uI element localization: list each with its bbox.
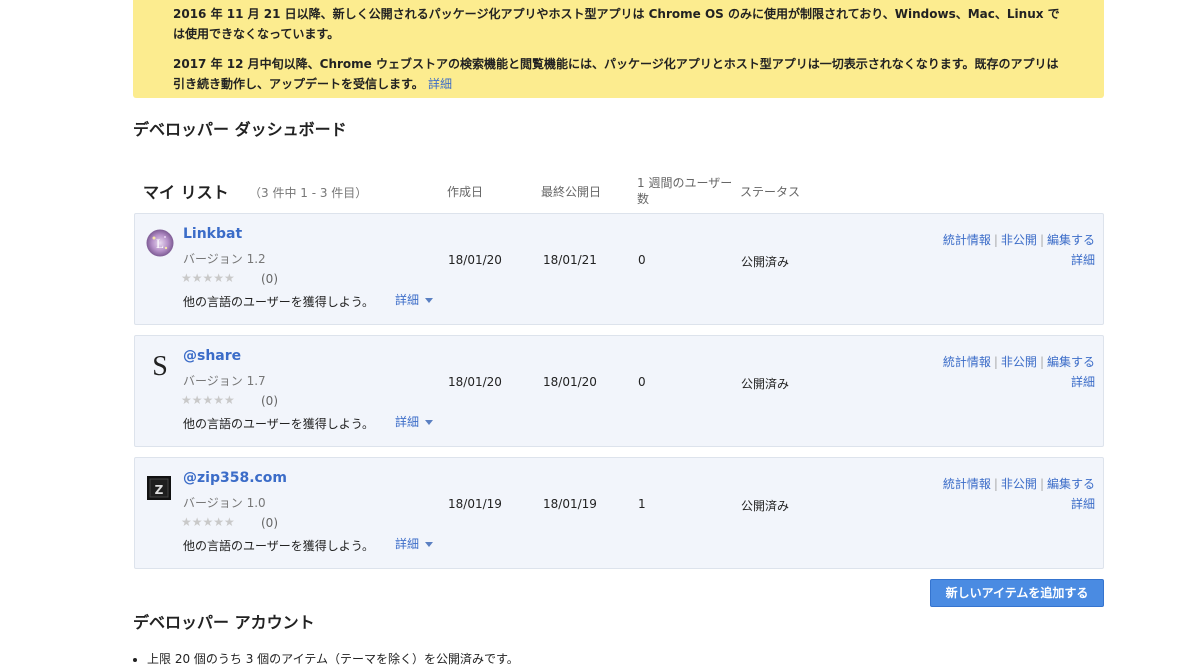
- my-list-header: マイ リスト （3 件中 1 - 3 件目） 作成日 最終公開日 1 週間のユー…: [143, 174, 1103, 212]
- item-last-published-date: 18/01/19: [543, 497, 597, 511]
- add-new-item-button[interactable]: 新しいアイテムを追加する: [930, 579, 1104, 607]
- unpublish-link[interactable]: 非公開: [1001, 233, 1037, 247]
- item-status: 公開済み: [741, 377, 790, 391]
- my-list-title: マイ リスト: [143, 183, 229, 202]
- item-created-date: 18/01/20: [448, 375, 502, 389]
- unpublish-link[interactable]: 非公開: [1001, 477, 1037, 491]
- promo-details-toggle[interactable]: 詳細: [395, 413, 434, 430]
- edit-link[interactable]: 編集する: [1047, 477, 1095, 491]
- developer-account-title: デベロッパー アカウント: [133, 613, 315, 632]
- item-actions: 統計情報 | 非公開 | 編集する 詳細: [942, 477, 1095, 511]
- column-last-published: 最終公開日: [541, 185, 602, 199]
- column-weekly-users: 1 週間のユーザー数: [637, 176, 733, 206]
- item-created-date: 18/01/19: [448, 497, 502, 511]
- column-created: 作成日: [447, 185, 484, 199]
- page-title: デベロッパー ダッシュボード: [133, 120, 347, 139]
- promo-details-toggle[interactable]: 詳細: [395, 291, 434, 308]
- notice-more-link[interactable]: 詳細: [428, 77, 452, 91]
- edit-link[interactable]: 編集する: [1047, 355, 1095, 369]
- item-weekly-users: 0: [638, 253, 646, 267]
- svg-text:L: L: [156, 236, 164, 251]
- column-status: ステータス: [740, 185, 801, 199]
- item-name-link[interactable]: @zip358.com: [183, 470, 287, 486]
- promo-text: 他の言語のユーザーを獲得しよう。: [183, 539, 375, 553]
- item-last-published-date: 18/01/20: [543, 375, 597, 389]
- rating-count: (0): [261, 516, 278, 530]
- item-actions: 統計情報 | 非公開 | 編集する 詳細: [942, 355, 1095, 389]
- unpublish-link[interactable]: 非公開: [1001, 355, 1037, 369]
- stats-link[interactable]: 統計情報: [943, 477, 991, 491]
- notice-line-1: 2016 年 11 月 21 日以降、新しく公開されるパッケージ化アプリやホスト…: [173, 7, 1060, 41]
- item-actions: 統計情報 | 非公開 | 編集する 詳細: [942, 233, 1095, 267]
- item-name-link[interactable]: @share: [183, 348, 241, 364]
- item-version: バージョン 1.7: [183, 374, 266, 388]
- stats-link[interactable]: 統計情報: [943, 355, 991, 369]
- item-version: バージョン 1.0: [183, 496, 266, 510]
- item-row-linkbat: L Linkbat バージョン 1.2 ★★★★★ (0) 他の言語のユーザーを…: [134, 213, 1104, 325]
- promo-text: 他の言語のユーザーを獲得しよう。: [183, 417, 375, 431]
- account-info-item: 上限 20 個のうち 3 個のアイテム（テーマを除く）を公開済みです。: [147, 650, 519, 667]
- item-name-link[interactable]: Linkbat: [183, 226, 242, 242]
- promo-details-label: 詳細: [395, 293, 420, 307]
- svg-text:S: S: [152, 351, 168, 379]
- stats-link[interactable]: 統計情報: [943, 233, 991, 247]
- linkbat-logo-icon: L: [146, 229, 174, 257]
- item-row-share: S @share バージョン 1.7 ★★★★★ (0) 他の言語のユーザーを獲…: [134, 335, 1104, 447]
- item-row-zip358: Z @zip358.com バージョン 1.0 ★★★★★ (0) 他の言語のユ…: [134, 457, 1104, 569]
- item-created-date: 18/01/20: [448, 253, 502, 267]
- rating-stars: ★★★★★: [181, 515, 235, 529]
- chevron-down-icon: [425, 298, 434, 303]
- rating-stars: ★★★★★: [181, 393, 235, 407]
- item-status: 公開済み: [741, 499, 790, 513]
- chevron-down-icon: [425, 420, 434, 425]
- notice-line-2-text: 2017 年 12 月中旬以降、Chrome ウェブストアの検索機能と閲覧機能に…: [173, 57, 1059, 91]
- item-version: バージョン 1.2: [183, 252, 266, 266]
- promo-details-label: 詳細: [395, 537, 420, 551]
- zip358-logo-icon: Z: [147, 476, 171, 500]
- rating-count: (0): [261, 394, 278, 408]
- details-link[interactable]: 詳細: [1071, 497, 1095, 511]
- item-status: 公開済み: [741, 255, 790, 269]
- account-info-list: 上限 20 個のうち 3 個のアイテム（テーマを除く）を公開済みです。: [133, 650, 519, 667]
- item-weekly-users: 1: [638, 497, 646, 511]
- notice-banner: 2016 年 11 月 21 日以降、新しく公開されるパッケージ化アプリやホスト…: [133, 0, 1104, 98]
- promo-details-label: 詳細: [395, 415, 420, 429]
- chevron-down-icon: [425, 542, 434, 547]
- developer-dashboard-page: 2016 年 11 月 21 日以降、新しく公開されるパッケージ化アプリやホスト…: [0, 0, 1188, 671]
- edit-link[interactable]: 編集する: [1047, 233, 1095, 247]
- details-link[interactable]: 詳細: [1071, 375, 1095, 389]
- item-weekly-users: 0: [638, 375, 646, 389]
- share-logo-icon: S: [152, 351, 168, 379]
- promo-text: 他の言語のユーザーを獲得しよう。: [183, 295, 375, 309]
- item-last-published-date: 18/01/21: [543, 253, 597, 267]
- rating-count: (0): [261, 272, 278, 286]
- svg-text:Z: Z: [155, 483, 164, 497]
- rating-stars: ★★★★★: [181, 271, 235, 285]
- details-link[interactable]: 詳細: [1071, 253, 1095, 267]
- notice-line-2: 2017 年 12 月中旬以降、Chrome ウェブストアの検索機能と閲覧機能に…: [173, 54, 1064, 94]
- promo-details-toggle[interactable]: 詳細: [395, 535, 434, 552]
- my-list-count: （3 件中 1 - 3 件目）: [249, 186, 368, 200]
